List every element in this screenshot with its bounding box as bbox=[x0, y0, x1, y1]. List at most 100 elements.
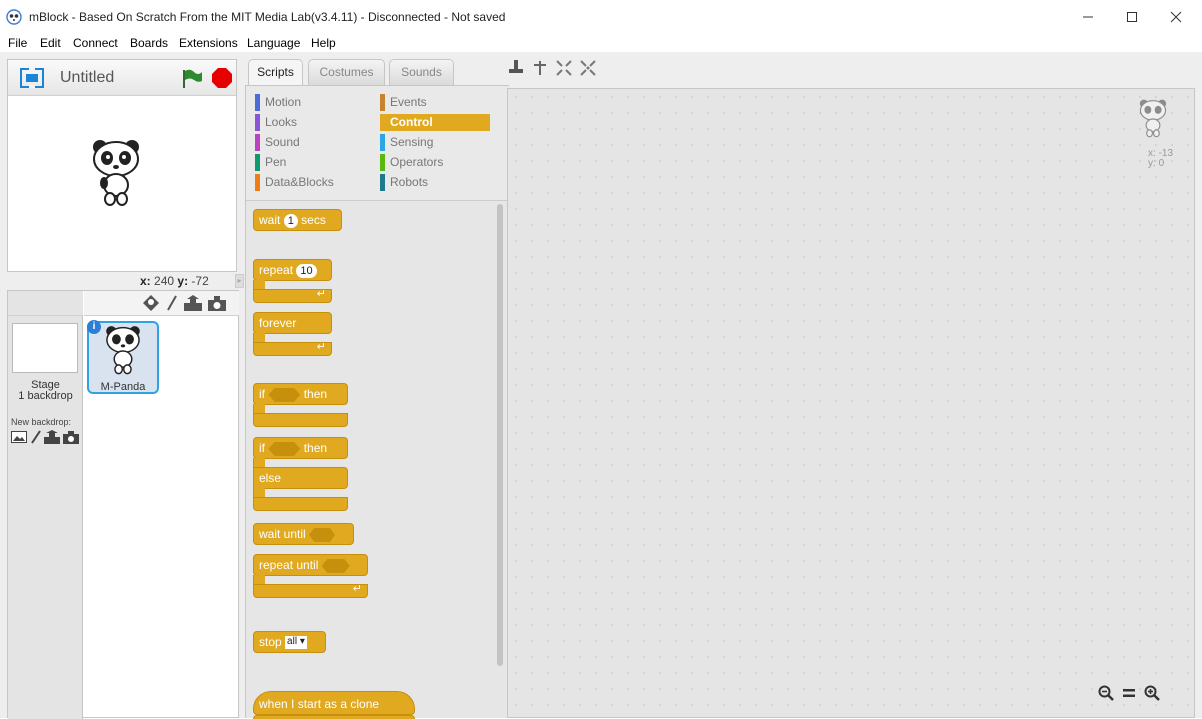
mouse-x-value: 240 bbox=[154, 274, 175, 288]
choose-backdrop-icon[interactable] bbox=[11, 431, 27, 443]
block-label: secs bbox=[301, 213, 326, 227]
upload-sprite-icon[interactable] bbox=[184, 295, 202, 311]
loop-arrow-icon: ↵ bbox=[316, 288, 326, 300]
tab-scripts[interactable]: Scripts bbox=[248, 59, 303, 86]
maximize-button[interactable] bbox=[1110, 0, 1154, 34]
minimize-button[interactable] bbox=[1066, 0, 1110, 34]
block-wait-until[interactable]: wait until bbox=[253, 523, 354, 545]
category-color-swatch bbox=[380, 134, 385, 151]
category-robots[interactable]: Robots bbox=[380, 174, 490, 191]
backdrop-tools bbox=[11, 430, 81, 446]
category-color-swatch bbox=[255, 94, 260, 111]
maximize-icon bbox=[1127, 12, 1137, 22]
fullscreen-icon[interactable] bbox=[20, 68, 44, 88]
block-label: wait bbox=[259, 213, 281, 227]
category-operators[interactable]: Operators bbox=[380, 154, 490, 171]
condition-slot[interactable] bbox=[309, 527, 336, 542]
wait-secs-input[interactable]: 1 bbox=[283, 213, 298, 228]
else-section: else bbox=[253, 467, 348, 489]
block-arm: ↵ bbox=[253, 288, 332, 303]
category-label: Sound bbox=[265, 135, 300, 149]
delete-tool-icon[interactable] bbox=[532, 60, 548, 76]
repeat-count-input[interactable]: 10 bbox=[296, 263, 317, 278]
menu-edit[interactable]: Edit bbox=[40, 36, 61, 50]
stop-option-dropdown[interactable]: all ▾ bbox=[285, 636, 307, 650]
block-label: else bbox=[259, 471, 282, 485]
condition-slot[interactable] bbox=[268, 441, 301, 456]
mouse-x-label: x: bbox=[140, 274, 151, 288]
menu-language[interactable]: Language bbox=[247, 36, 300, 50]
grow-tool-icon[interactable] bbox=[556, 60, 572, 76]
block-stop[interactable]: stop all ▾ bbox=[253, 631, 326, 653]
loop-arrow-icon: ↵ bbox=[352, 583, 362, 595]
loop-arrow-icon: ↵ bbox=[316, 341, 326, 353]
block-arm: ↵ bbox=[253, 341, 332, 356]
zoom-out-icon[interactable] bbox=[1098, 685, 1114, 701]
stage-backdrop-count: 1 backdrop bbox=[18, 390, 73, 402]
camera-sprite-icon[interactable] bbox=[208, 296, 226, 311]
shrink-tool-icon[interactable] bbox=[580, 60, 596, 76]
duplicate-tool-icon[interactable] bbox=[508, 60, 524, 76]
block-when-start-as-clone[interactable]: when I start as a clone bbox=[253, 691, 415, 715]
block-label: repeat until bbox=[259, 558, 319, 572]
paint-sprite-icon[interactable] bbox=[166, 295, 178, 311]
block-wait-secs[interactable]: wait 1 secs bbox=[253, 209, 342, 231]
category-events[interactable]: Events bbox=[380, 94, 490, 111]
category-label: Events bbox=[390, 95, 427, 109]
sprite-y-label: y: bbox=[1148, 158, 1156, 169]
category-color-swatch bbox=[255, 134, 260, 151]
upload-backdrop-icon[interactable] bbox=[44, 430, 60, 444]
category-looks[interactable]: Looks bbox=[255, 114, 365, 131]
project-title[interactable]: Untitled bbox=[60, 69, 114, 87]
block-arm: ↵ bbox=[253, 583, 368, 598]
tab-costumes[interactable]: Costumes bbox=[308, 59, 385, 85]
title-bar: mBlock - Based On Scratch From the MIT M… bbox=[0, 0, 1202, 34]
stage-info: Stage 1 backdrop bbox=[8, 380, 83, 402]
block-create-clone-partial[interactable] bbox=[253, 715, 415, 719]
zoom-reset-icon[interactable] bbox=[1123, 688, 1135, 698]
close-button[interactable] bbox=[1154, 0, 1198, 34]
stage-thumbnail[interactable] bbox=[12, 323, 78, 373]
category-pen[interactable]: Pen bbox=[255, 154, 365, 171]
category-data-blocks[interactable]: Data&Blocks bbox=[255, 174, 365, 191]
info-icon[interactable]: i bbox=[87, 320, 101, 334]
stage-column: Stage 1 backdrop New backdrop: bbox=[8, 291, 83, 719]
sprite-name: M-Panda bbox=[100, 381, 146, 393]
category-sensing[interactable]: Sensing bbox=[380, 134, 490, 151]
scripts-area[interactable]: x: -13 y: 0 bbox=[507, 88, 1195, 718]
stop-icon[interactable] bbox=[211, 67, 233, 89]
mouse-coordinates: x: 240 y: -72 bbox=[140, 274, 209, 288]
palette-scrollbar[interactable] bbox=[497, 204, 503, 666]
condition-slot[interactable] bbox=[321, 558, 350, 573]
category-color-swatch bbox=[380, 174, 385, 191]
sprite-thumbnail-m-panda[interactable]: i M-Panda bbox=[87, 320, 159, 394]
menu-connect[interactable]: Connect bbox=[73, 36, 118, 50]
menu-file[interactable]: File bbox=[8, 36, 27, 50]
category-control[interactable]: Control bbox=[380, 114, 490, 131]
menu-help[interactable]: Help bbox=[311, 36, 336, 50]
stage-header: Untitled bbox=[8, 60, 236, 96]
sprite-library-panel: Stage 1 backdrop New backdrop: i M-Panda bbox=[7, 290, 239, 719]
paint-backdrop-icon[interactable] bbox=[30, 430, 42, 444]
category-label: Control bbox=[390, 115, 433, 129]
choose-sprite-icon[interactable] bbox=[143, 295, 159, 312]
category-label: Data&Blocks bbox=[265, 175, 334, 189]
panda-sprite-on-stage[interactable] bbox=[90, 139, 142, 209]
small-stage-toggle-button[interactable]: ▸ bbox=[235, 274, 244, 288]
green-flag-icon[interactable] bbox=[181, 68, 203, 90]
category-color-swatch bbox=[380, 94, 385, 111]
category-motion[interactable]: Motion bbox=[255, 94, 365, 111]
block-label: wait until bbox=[259, 527, 306, 541]
condition-slot[interactable] bbox=[268, 387, 301, 402]
dropdown-arrow-icon: ▾ bbox=[299, 636, 305, 648]
camera-backdrop-icon[interactable] bbox=[63, 431, 79, 444]
if-block-top: if then bbox=[253, 383, 348, 405]
category-label: Looks bbox=[265, 115, 298, 129]
tab-sounds[interactable]: Sounds bbox=[389, 59, 454, 85]
current-sprite-icon bbox=[1139, 99, 1167, 138]
zoom-in-icon[interactable] bbox=[1144, 685, 1160, 701]
menu-boards[interactable]: Boards bbox=[130, 36, 168, 50]
category-sound[interactable]: Sound bbox=[255, 134, 365, 151]
menu-extensions[interactable]: Extensions bbox=[179, 36, 238, 50]
repeat-block-top: repeat 10 bbox=[253, 259, 332, 281]
